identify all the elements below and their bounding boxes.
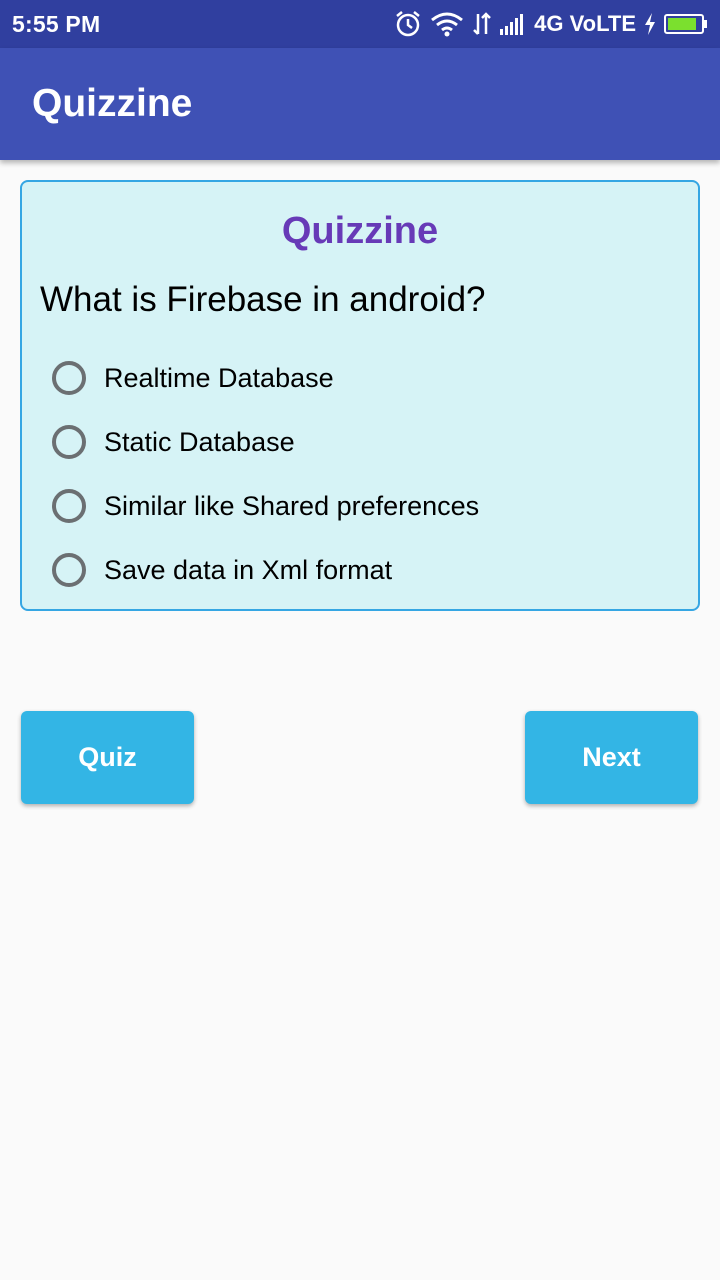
answer-option[interactable]: Static Database — [52, 410, 479, 474]
alarm-icon — [394, 10, 422, 38]
charging-icon — [644, 13, 656, 35]
option-label: Save data in Xml format — [104, 554, 393, 585]
quiz-title: Quizzine — [281, 210, 439, 252]
battery-icon — [664, 13, 708, 35]
option-label: Similar like Shared preferences — [104, 490, 480, 521]
answer-option[interactable]: Realtime Database — [52, 346, 479, 410]
network-label: 4G VoLTE — [534, 11, 636, 36]
app-bar: Quizzine — [0, 48, 720, 160]
radio-button-icon[interactable] — [52, 489, 86, 523]
status-bar: 5:55 PM 4G VoLTE — [0, 0, 720, 48]
quiz-button[interactable]: Quiz — [21, 711, 194, 804]
option-label: Realtime Database — [104, 362, 334, 393]
radio-button-icon[interactable] — [52, 425, 86, 459]
app-title: Quizzine — [32, 82, 193, 125]
radio-button-icon[interactable] — [52, 361, 86, 395]
status-icons: 4G VoLTE — [394, 10, 708, 38]
signal-icon — [500, 13, 526, 35]
option-label: Static Database — [104, 426, 295, 457]
question-text: What is Firebase in android? — [40, 280, 486, 319]
radio-button-icon[interactable] — [52, 553, 86, 587]
data-arrows-icon — [472, 12, 492, 36]
wifi-icon — [430, 11, 464, 37]
status-time: 5:55 PM — [12, 10, 101, 37]
answer-option[interactable]: Save data in Xml format — [52, 538, 479, 602]
next-button[interactable]: Next — [525, 711, 698, 804]
answer-options: Realtime Database Static Database Simila… — [52, 346, 479, 602]
quiz-card: Quizzine What is Firebase in android? Re… — [20, 180, 700, 611]
answer-option[interactable]: Similar like Shared preferences — [52, 474, 479, 538]
